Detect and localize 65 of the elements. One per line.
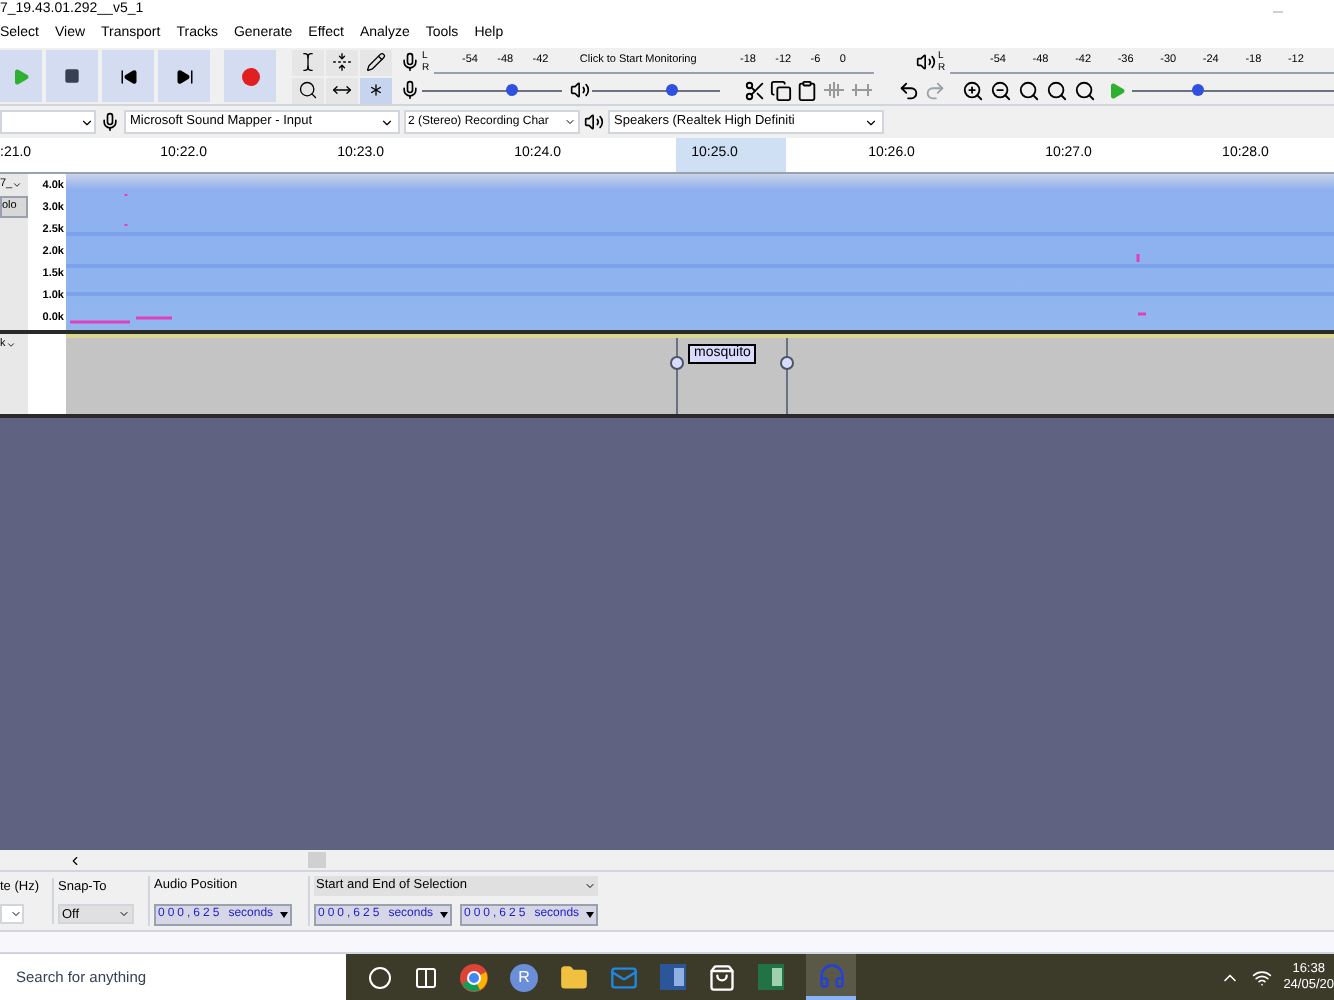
play-icon [12,67,30,85]
asterisk-tool[interactable] [360,77,392,103]
zoom-tool[interactable] [292,77,324,103]
document-app-icon[interactable] [660,964,686,990]
circle-icon[interactable] [368,965,392,989]
skip-to-end-button[interactable] [158,50,210,102]
pencil-tool[interactable] [360,49,392,75]
caret-icon [118,908,130,921]
stop-icon [64,68,80,84]
caret-icon [584,880,596,892]
caret-icon [564,116,576,128]
fit-project-icon[interactable] [1046,79,1068,101]
zoom-icon [298,80,318,100]
browser-logo-icon[interactable] [460,963,488,991]
network-icon[interactable] [1251,967,1272,987]
dropdown-triangle-icon[interactable] [280,911,288,918]
asterisk-icon [366,80,386,100]
microphone-icon [398,80,422,100]
skip-back-icon [119,67,137,85]
stop-button[interactable] [46,50,98,102]
headphones-icon [817,961,845,989]
spreadsheet-app-icon[interactable] [758,964,784,990]
pencil-icon [366,52,386,72]
mail-icon[interactable] [610,963,638,991]
skip-forward-icon [175,67,193,85]
dropdown-triangle-icon[interactable] [440,912,448,918]
caret-icon [5,339,16,350]
label-handle-icon[interactable] [670,356,684,370]
dropdown-triangle-icon[interactable] [586,912,594,918]
i-beam-icon [298,52,318,72]
i-beam-tool[interactable] [292,49,324,75]
zoom-in-icon[interactable] [962,79,984,101]
record-button[interactable] [224,50,276,102]
speaker-icon [568,80,592,100]
cut-icon[interactable] [744,79,766,101]
double-arrow-tool[interactable] [326,77,358,103]
speaker-icon[interactable] [914,52,938,72]
record-icon [241,67,259,85]
selection-highlight [676,138,786,172]
envelope-tool[interactable] [326,49,358,75]
shopping-bag-icon[interactable] [708,963,736,991]
undo-icon[interactable] [898,79,920,101]
caret-icon [10,908,22,921]
track-scale-background [28,334,66,414]
task-view-icon[interactable] [414,965,438,989]
rate-dropdown[interactable] [0,904,24,925]
zoom-out-icon[interactable] [990,79,1012,101]
scroll-left-icon[interactable] [68,853,82,867]
microphone-icon [100,112,120,132]
copy-icon[interactable] [770,79,792,101]
folder-icon[interactable] [560,963,588,991]
caret-icon [12,179,23,190]
microphone-icon[interactable] [398,52,422,72]
caret-icon [380,115,394,129]
zoom-toggle-icon[interactable] [1074,79,1096,101]
caret-icon [80,115,94,129]
double-arrow-icon [332,80,352,100]
caret-icon [864,115,878,129]
audio-app-taskbar-button[interactable] [806,954,856,1000]
skip-to-start-button[interactable] [102,50,154,102]
scrollbar-thumb[interactable] [308,852,326,868]
label-handle-icon[interactable] [780,356,794,370]
speaker-icon [584,112,604,132]
fit-selection-icon[interactable] [1018,79,1040,101]
paste-icon[interactable] [796,79,818,101]
